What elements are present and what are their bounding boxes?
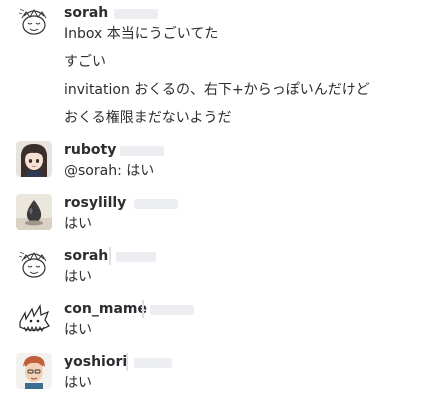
message-text: はい bbox=[64, 269, 92, 285]
message-group: rosylilly はい bbox=[0, 194, 425, 234]
timestamp[interactable] bbox=[134, 358, 172, 368]
author-name[interactable]: sorah bbox=[64, 247, 108, 265]
message-text: @sorah: はい bbox=[64, 163, 155, 179]
anime-girl-icon bbox=[16, 141, 52, 177]
message-text: はい bbox=[64, 322, 92, 338]
message-text: はい bbox=[64, 216, 92, 232]
sketch-face-icon bbox=[16, 247, 52, 283]
sketch-face-icon bbox=[16, 4, 52, 40]
avatar[interactable] bbox=[16, 353, 52, 389]
divider bbox=[126, 353, 128, 371]
timestamp[interactable] bbox=[120, 146, 164, 156]
timestamp[interactable] bbox=[116, 252, 156, 262]
message-group: sorah Inbox 本当にうごいてた すごい invitation おくるの… bbox=[0, 4, 425, 128]
author-name[interactable]: con_mame bbox=[64, 300, 147, 318]
message-group: yoshiori はい bbox=[0, 353, 425, 393]
author-name[interactable]: yoshiori bbox=[64, 353, 127, 371]
author-name[interactable]: sorah bbox=[64, 4, 108, 22]
timestamp[interactable] bbox=[134, 199, 178, 209]
cartoon-man-icon bbox=[16, 353, 52, 389]
message-group: con_mame はい bbox=[0, 300, 425, 340]
avatar[interactable] bbox=[16, 4, 52, 40]
author-name[interactable]: ruboty bbox=[64, 141, 116, 159]
message-group: sorah はい bbox=[0, 247, 425, 287]
message-text: おくる権限まだないようだ bbox=[64, 110, 232, 126]
figurine-icon bbox=[16, 194, 52, 230]
message-feed: sorah Inbox 本当にうごいてた すごい invitation おくるの… bbox=[0, 0, 425, 402]
message-text: すごい bbox=[64, 54, 106, 70]
divider bbox=[142, 300, 144, 318]
spiky-creature-icon bbox=[16, 300, 52, 336]
author-name[interactable]: rosylilly bbox=[64, 194, 126, 212]
message-text: invitation おくるの、右下+からっぽいんだけど bbox=[64, 82, 370, 98]
divider bbox=[109, 247, 111, 265]
message-text: はい bbox=[64, 375, 92, 391]
avatar[interactable] bbox=[16, 300, 52, 336]
timestamp[interactable] bbox=[150, 305, 194, 315]
message-group: ruboty @sorah: はい bbox=[0, 141, 425, 181]
avatar[interactable] bbox=[16, 194, 52, 230]
avatar[interactable] bbox=[16, 247, 52, 283]
message-text: Inbox 本当にうごいてた bbox=[64, 26, 219, 42]
timestamp[interactable] bbox=[114, 9, 158, 19]
avatar[interactable] bbox=[16, 141, 52, 177]
